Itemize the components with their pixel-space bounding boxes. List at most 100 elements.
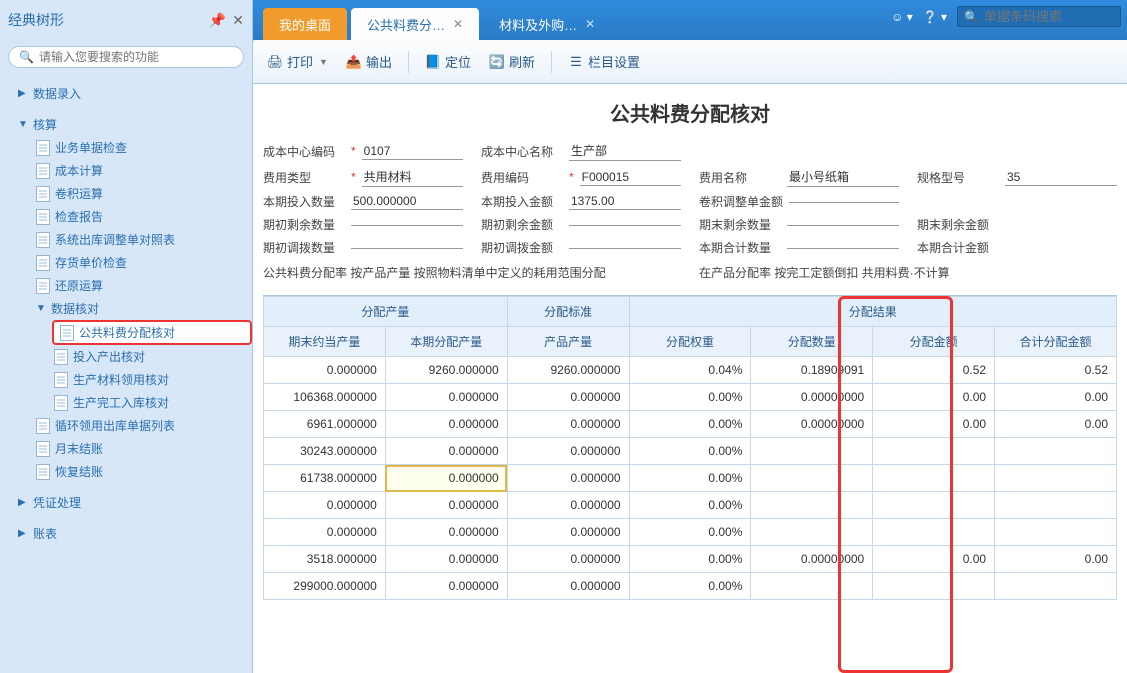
cell-alloc_weight[interactable]: 0.00%: [629, 438, 751, 465]
tree-inv-price-check[interactable]: 存货单价检查: [34, 251, 252, 274]
cell-total_alloc_amt[interactable]: 0.00: [995, 546, 1117, 573]
tree-cost-calc[interactable]: 成本计算: [34, 159, 252, 182]
cell-end_eq_yield[interactable]: 6961.000000: [264, 411, 386, 438]
cell-period_alloc_yield[interactable]: 0.000000: [385, 546, 507, 573]
cell-alloc_weight[interactable]: 0.00%: [629, 384, 751, 411]
cell-alloc_weight[interactable]: 0.00%: [629, 411, 751, 438]
smiley-icon[interactable]: ☺ ▾: [891, 10, 913, 24]
tab-public-material[interactable]: 公共料费分…✕: [351, 8, 479, 40]
cell-period_alloc_yield[interactable]: 0.000000: [385, 438, 507, 465]
cell-end_eq_yield[interactable]: 61738.000000: [264, 465, 386, 492]
cell-product_yield[interactable]: 0.000000: [507, 384, 629, 411]
cell-alloc_qty[interactable]: 0.00000000: [751, 546, 873, 573]
tree-restore-calc[interactable]: 还原运算: [34, 274, 252, 297]
fee-type-value[interactable]: 共用材料: [362, 167, 463, 187]
table-row[interactable]: 6961.0000000.0000000.0000000.00%0.000000…: [264, 411, 1117, 438]
cell-alloc_weight[interactable]: 0.00%: [629, 519, 751, 546]
print-button[interactable]: 🖨打印▼: [261, 49, 334, 74]
cell-alloc_qty[interactable]: [751, 573, 873, 600]
cell-alloc_qty[interactable]: 0.00000000: [751, 411, 873, 438]
tree-check-report[interactable]: 检查报告: [34, 205, 252, 228]
th-product-yield[interactable]: 产品产量: [507, 327, 629, 357]
pin-icon[interactable]: 📌: [209, 12, 226, 29]
table-row[interactable]: 106368.0000000.0000000.0000000.00%0.0000…: [264, 384, 1117, 411]
vol-adj-amt-value[interactable]: [789, 200, 899, 203]
fee-name-value[interactable]: 最小号纸箱: [787, 167, 899, 187]
tree-biz-doc-check[interactable]: 业务单据检查: [34, 136, 252, 159]
barcode-search[interactable]: 🔍: [957, 6, 1121, 27]
cell-period_alloc_yield[interactable]: 0.000000: [385, 465, 507, 492]
cell-alloc_amt[interactable]: [873, 438, 995, 465]
cell-alloc_weight[interactable]: 0.00%: [629, 465, 751, 492]
tree-sys-out-adj[interactable]: 系统出库调整单对照表: [34, 228, 252, 251]
cell-end_eq_yield[interactable]: 299000.000000: [264, 573, 386, 600]
cell-alloc_qty[interactable]: [751, 519, 873, 546]
cell-product_yield[interactable]: 0.000000: [507, 492, 629, 519]
cell-total_alloc_amt[interactable]: [995, 519, 1117, 546]
table-row[interactable]: 0.0000000.0000000.0000000.00%: [264, 519, 1117, 546]
tree-month-end[interactable]: 月末结账: [34, 437, 252, 460]
cell-total_alloc_amt[interactable]: 0.00: [995, 411, 1117, 438]
cell-alloc_weight[interactable]: 0.00%: [629, 546, 751, 573]
cell-total_alloc_amt[interactable]: [995, 573, 1117, 600]
tree-report[interactable]: ▶账表: [16, 522, 252, 545]
table-row[interactable]: 3518.0000000.0000000.0000000.00%0.000000…: [264, 546, 1117, 573]
tree-volume-calc[interactable]: 卷积运算: [34, 182, 252, 205]
cell-alloc_weight[interactable]: 0.04%: [629, 357, 751, 384]
tab-close-icon[interactable]: ✕: [453, 17, 463, 31]
tab-desktop[interactable]: 我的桌面: [263, 8, 347, 40]
cell-end_eq_yield[interactable]: 0.000000: [264, 357, 386, 384]
cell-product_yield[interactable]: 0.000000: [507, 519, 629, 546]
table-row[interactable]: 0.0000000.0000000.0000000.00%: [264, 492, 1117, 519]
cell-end_eq_yield[interactable]: 0.000000: [264, 492, 386, 519]
cell-total_alloc_amt[interactable]: 0.52: [995, 357, 1117, 384]
cell-period_alloc_yield[interactable]: 0.000000: [385, 519, 507, 546]
cell-alloc_qty[interactable]: [751, 465, 873, 492]
cell-end_eq_yield[interactable]: 30243.000000: [264, 438, 386, 465]
cell-product_yield[interactable]: 0.000000: [507, 411, 629, 438]
table-row[interactable]: 0.0000009260.0000009260.0000000.04%0.189…: [264, 357, 1117, 384]
cell-period_alloc_yield[interactable]: 0.000000: [385, 492, 507, 519]
cell-alloc_amt[interactable]: [873, 465, 995, 492]
refresh-button[interactable]: 🔄刷新: [483, 49, 541, 74]
cost-center-name-value[interactable]: 生产部: [569, 141, 681, 161]
cell-product_yield[interactable]: 0.000000: [507, 546, 629, 573]
cell-alloc_amt[interactable]: [873, 519, 995, 546]
cell-period_alloc_yield[interactable]: 0.000000: [385, 573, 507, 600]
cell-alloc_qty[interactable]: 0.18909091: [751, 357, 873, 384]
barcode-search-input[interactable]: [984, 9, 1114, 24]
th-total-alloc-amt[interactable]: 合计分配金额: [995, 327, 1117, 357]
cost-center-code-value[interactable]: 0107: [362, 143, 463, 160]
cell-alloc_qty[interactable]: [751, 492, 873, 519]
period-in-amt-value[interactable]: 1375.00: [569, 193, 681, 210]
cell-period_alloc_yield[interactable]: 0.000000: [385, 384, 507, 411]
cell-total_alloc_amt[interactable]: [995, 465, 1117, 492]
tree-data-verify[interactable]: ▼数据核对: [34, 297, 252, 320]
cell-end_eq_yield[interactable]: 0.000000: [264, 519, 386, 546]
th-period-alloc-yield[interactable]: 本期分配产量: [385, 327, 507, 357]
cell-alloc_amt[interactable]: 0.00: [873, 411, 995, 438]
tree-voucher[interactable]: ▶凭证处理: [16, 491, 252, 514]
table-row[interactable]: 30243.0000000.0000000.0000000.00%: [264, 438, 1117, 465]
th-end-eq-yield[interactable]: 期末约当产量: [264, 327, 386, 357]
tree-accounting[interactable]: ▼核算: [16, 113, 252, 136]
cell-period_alloc_yield[interactable]: 0.000000: [385, 411, 507, 438]
cell-end_eq_yield[interactable]: 106368.000000: [264, 384, 386, 411]
cell-product_yield[interactable]: 0.000000: [507, 465, 629, 492]
cell-alloc_amt[interactable]: 0.52: [873, 357, 995, 384]
table-row[interactable]: 299000.0000000.0000000.0000000.00%: [264, 573, 1117, 600]
tree-prod-complete-in[interactable]: 生产完工入库核对: [52, 391, 252, 414]
cell-product_yield[interactable]: 0.000000: [507, 438, 629, 465]
cell-product_yield[interactable]: 0.000000: [507, 573, 629, 600]
cell-alloc_amt[interactable]: 0.00: [873, 384, 995, 411]
tree-prod-material-use[interactable]: 生产材料领用核对: [52, 368, 252, 391]
spec-value[interactable]: 35: [1005, 169, 1117, 186]
th-alloc-amt[interactable]: 分配金额: [873, 327, 995, 357]
cell-alloc_weight[interactable]: 0.00%: [629, 492, 751, 519]
cell-alloc_qty[interactable]: [751, 438, 873, 465]
help-icon[interactable]: ❔ ▾: [923, 10, 947, 24]
th-alloc-qty[interactable]: 分配数量: [751, 327, 873, 357]
tree-input-output[interactable]: 投入产出核对: [52, 345, 252, 368]
cell-product_yield[interactable]: 9260.000000: [507, 357, 629, 384]
cell-total_alloc_amt[interactable]: [995, 438, 1117, 465]
